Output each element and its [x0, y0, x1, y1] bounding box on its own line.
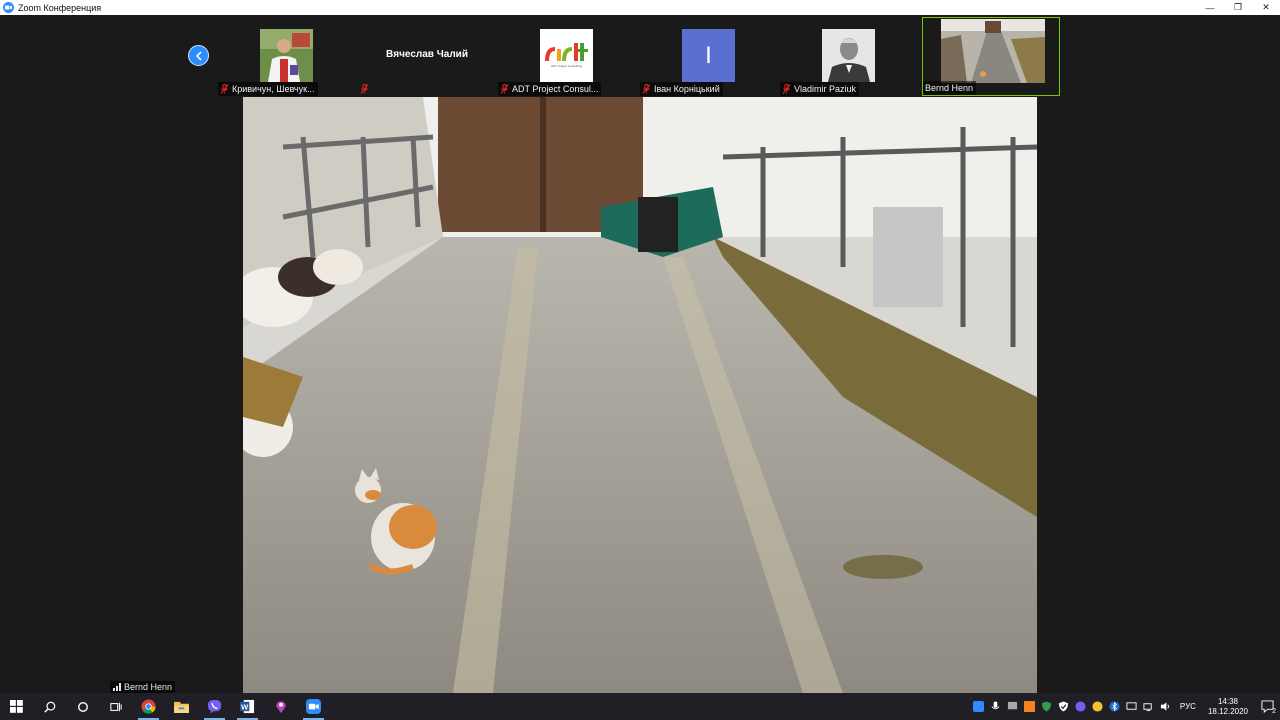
bluetooth-icon[interactable] — [1107, 699, 1122, 714]
svg-text:W: W — [241, 702, 249, 711]
meeting-stage: Кривичун, Шевчук... Вячеслав Чалий ADT P… — [0, 15, 1280, 693]
window-titlebar: Zoom Конференция — ❐ ✕ — [0, 0, 1280, 15]
taskbar-clock[interactable]: 14:38 18.12.2020 — [1208, 697, 1248, 717]
speaker-name-label: Bernd Henn — [110, 681, 176, 693]
participant-name: Vladimir Paziuk — [794, 84, 857, 94]
participant-tile[interactable]: Кривичун, Шевчук... — [218, 17, 356, 96]
participant-name-bar: Bernd Henn — [923, 81, 977, 95]
file-explorer-icon[interactable] — [165, 693, 198, 720]
speaker-name: Bernd Henn — [124, 682, 173, 692]
shield-check-icon[interactable] — [1056, 699, 1071, 714]
participant-name-bar: Vladimir Paziuk — [780, 82, 860, 96]
zoom-icon[interactable] — [297, 693, 330, 720]
avatar-initial: I — [705, 41, 712, 69]
participant-photo — [822, 29, 875, 82]
clock-time: 14:38 — [1217, 696, 1238, 706]
microphone-icon[interactable] — [988, 699, 1003, 714]
viber-tray-icon[interactable] — [1073, 699, 1088, 714]
defender-shield-icon[interactable] — [1039, 699, 1054, 714]
participant-tile[interactable]: I Іван Корніцький — [640, 17, 778, 96]
maps-icon[interactable] — [264, 693, 297, 720]
chevron-left-icon — [195, 50, 202, 61]
participant-name: Кривичун, Шевчук... — [232, 84, 315, 94]
word-icon[interactable]: W — [231, 693, 264, 720]
participant-display-name: Вячеслав Чалий — [386, 49, 468, 60]
participant-name-bar: Кривичун, Шевчук... — [218, 82, 318, 96]
active-speaker-video — [243, 97, 1037, 693]
muted-mic-icon — [782, 84, 791, 94]
participant-name-bar — [358, 82, 375, 96]
adt-logo-wordmark: ADT Project Consulting — [550, 64, 583, 68]
windows-taskbar: W РУС 14:38 18.12.2020 2 — [0, 693, 1280, 720]
display-icon[interactable] — [1005, 699, 1020, 714]
adt-logo: ADT Project Consulting — [540, 29, 593, 82]
cortana-icon[interactable] — [66, 693, 99, 720]
minimize-button[interactable]: — — [1196, 0, 1224, 15]
blue-tray-app-icon[interactable] — [971, 699, 986, 714]
zoom-app-icon — [3, 2, 14, 13]
muted-mic-icon — [500, 84, 509, 94]
chrome-icon[interactable] — [132, 693, 165, 720]
close-button[interactable]: ✕ — [1252, 0, 1280, 15]
participant-tile-active-speaker[interactable]: Bernd Henn — [922, 17, 1060, 96]
network-icon[interactable] — [1141, 699, 1156, 714]
muted-mic-icon — [220, 84, 229, 94]
participant-photo — [260, 29, 313, 82]
yellow-tray-icon[interactable] — [1090, 699, 1105, 714]
monitor-icon[interactable] — [1124, 699, 1139, 714]
notification-center-button[interactable]: 2 — [1254, 693, 1280, 720]
participant-name: Bernd Henn — [925, 83, 974, 93]
viber-icon[interactable] — [198, 693, 231, 720]
clock-date: 18.12.2020 — [1207, 706, 1248, 716]
windows-start-icon[interactable] — [0, 693, 33, 720]
participant-name: ADT Project Consul... — [512, 84, 599, 94]
participant-tile[interactable]: Вячеслав Чалий — [358, 17, 496, 96]
task-view-icon[interactable] — [99, 693, 132, 720]
system-tray: РУС 14:38 18.12.2020 2 — [970, 693, 1280, 720]
restore-button[interactable]: ❐ — [1224, 0, 1252, 15]
notification-count: 2 — [1272, 708, 1276, 715]
strip-previous-button[interactable] — [188, 45, 209, 66]
participant-name: Іван Корніцький — [654, 84, 720, 94]
orange-app-icon[interactable] — [1022, 699, 1037, 714]
participant-video-thumbnail — [941, 19, 1045, 83]
participant-tile[interactable]: ADT Project Consulting ADT Project Consu… — [498, 17, 636, 96]
muted-mic-icon — [642, 84, 651, 94]
participant-name-bar: ADT Project Consul... — [498, 82, 602, 96]
search-icon[interactable] — [33, 693, 66, 720]
muted-mic-icon — [360, 84, 369, 94]
participant-initial-avatar: I — [682, 29, 735, 82]
volume-icon[interactable] — [1158, 699, 1173, 714]
barn-scene — [243, 97, 1037, 693]
participant-name-bar: Іван Корніцький — [640, 82, 723, 96]
participant-tile[interactable]: Vladimir Paziuk — [780, 17, 918, 96]
input-language-indicator[interactable]: РУС — [1180, 702, 1196, 711]
window-title: Zoom Конференция — [18, 2, 102, 13]
signal-bars-icon — [113, 683, 121, 691]
